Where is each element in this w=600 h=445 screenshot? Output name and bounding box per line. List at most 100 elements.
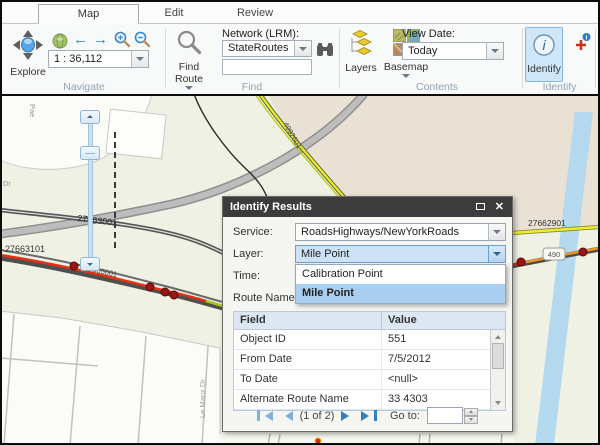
find-route-label-1: Find	[179, 61, 199, 73]
page-info: (1 of 2)	[300, 410, 335, 422]
group-separator	[339, 28, 340, 88]
slider-tick-marks	[114, 132, 116, 248]
layer-dropdown-button[interactable]	[488, 246, 505, 262]
group-label-find: Find	[192, 81, 312, 93]
map-scale-dropdown-button[interactable]	[131, 51, 148, 67]
map-marker-dot	[315, 438, 321, 443]
tab-edit[interactable]: Edit	[142, 4, 206, 24]
group-separator	[165, 28, 166, 88]
mile-point-dot[interactable]	[161, 288, 169, 296]
explore-icon	[12, 29, 44, 66]
table-scrollbar[interactable]	[490, 330, 505, 410]
table-row[interactable]: Object ID 551	[234, 330, 490, 350]
tab-review[interactable]: Review	[217, 4, 293, 24]
previous-extent-arrow-icon[interactable]: ←	[73, 31, 88, 48]
chevron-down-icon	[493, 252, 501, 260]
table-row[interactable]: From Date 7/5/2012	[234, 350, 490, 370]
dialog-title-bar[interactable]: Identify Results ✕	[223, 197, 512, 217]
route-name-label: Route Name:	[233, 292, 298, 304]
cell-value: 7/5/2012	[382, 350, 490, 370]
cell-field: Object ID	[234, 330, 382, 350]
scroll-up-button[interactable]	[491, 330, 505, 343]
zoom-slider-handle[interactable]	[80, 146, 100, 160]
identify-label: Identify	[527, 63, 561, 75]
time-label: Time:	[233, 270, 260, 282]
identify-results-dialog: Identify Results ✕ Service: RoadsHighway…	[222, 196, 513, 432]
mile-point-dot[interactable]	[579, 248, 587, 256]
explore-button[interactable]: Explore	[8, 29, 48, 78]
column-header-field[interactable]: Field	[234, 312, 382, 330]
zoom-slider-up-button[interactable]	[80, 110, 100, 124]
network-value[interactable]: StateRoutes	[223, 41, 294, 56]
chevron-down-icon	[493, 230, 501, 238]
mile-point-dot[interactable]	[170, 291, 178, 299]
street-label-dr: Dr	[3, 179, 11, 188]
find-route-button[interactable]: Find Route	[168, 29, 210, 94]
route-label-27662901: 27662901	[528, 218, 566, 228]
goto-spinner[interactable]	[464, 408, 478, 424]
dropdown-option-mile-point[interactable]: Mile Point	[296, 284, 505, 303]
table-row[interactable]: To Date <null>	[234, 370, 490, 390]
mile-point-dot[interactable]	[70, 262, 78, 270]
layer-label: Layer:	[233, 248, 264, 260]
group-label-navigate: Navigate	[24, 81, 144, 93]
layer-dropdown-list: Calibration Point Mile Point	[295, 264, 506, 304]
service-dropdown-button[interactable]	[488, 224, 505, 240]
identify-button[interactable]: i Identify	[525, 27, 563, 82]
layer-value[interactable]: Mile Point	[296, 246, 488, 262]
first-page-button[interactable]	[257, 410, 273, 421]
last-page-button[interactable]	[361, 410, 377, 421]
service-combo[interactable]: RoadsHighways/NewYorkRoads	[295, 223, 506, 241]
layer-combo[interactable]: Mile Point	[295, 245, 506, 263]
previous-page-button[interactable]	[280, 411, 293, 421]
chevron-down-icon	[299, 47, 307, 55]
service-label: Service:	[233, 226, 273, 238]
view-date-label: View Date:	[402, 28, 455, 40]
view-date-dropdown-button[interactable]	[486, 43, 503, 59]
view-date-value[interactable]: Today	[403, 43, 486, 59]
street-strip	[218, 434, 514, 443]
view-date-combo[interactable]: Today	[402, 42, 504, 60]
explore-label: Explore	[10, 66, 46, 78]
zoom-slider-down-button[interactable]	[80, 257, 100, 271]
identify-route-location-icon[interactable]: i	[573, 32, 592, 56]
next-extent-arrow-icon[interactable]: →	[93, 31, 108, 48]
mile-point-dot[interactable]	[146, 283, 154, 291]
street-blocks-area	[2, 311, 220, 443]
group-separator	[595, 28, 596, 88]
identify-circle-i-icon: i	[531, 32, 557, 63]
layers-icon	[347, 29, 375, 62]
network-combo[interactable]: StateRoutes	[222, 40, 312, 57]
layers-button[interactable]: Layers	[343, 29, 379, 74]
column-header-value[interactable]: Value	[382, 312, 505, 330]
zoom-slider[interactable]	[80, 110, 102, 272]
road-27663101	[2, 258, 230, 310]
svg-text:i: i	[586, 35, 588, 42]
service-value[interactable]: RoadsHighways/NewYorkRoads	[296, 224, 488, 240]
group-label-contents: Contents	[377, 81, 497, 93]
scrollbar-thumb[interactable]	[492, 343, 504, 369]
zoom-slider-track[interactable]	[88, 120, 93, 262]
route-input-field[interactable]	[222, 59, 312, 75]
spinner-down-button[interactable]	[464, 416, 478, 424]
street-label-pae: Pae	[28, 104, 37, 117]
pagination-bar: (1 of 2) Go to:	[223, 407, 512, 424]
dropdown-option-calibration-point[interactable]: Calibration Point	[296, 265, 505, 284]
cell-value: <null>	[382, 370, 490, 390]
tab-map[interactable]: Map	[38, 4, 139, 24]
goto-input[interactable]	[427, 407, 463, 424]
mile-point-dot[interactable]	[517, 258, 525, 266]
network-dropdown-button[interactable]	[294, 41, 311, 56]
spinner-up-button[interactable]	[464, 408, 478, 416]
binoculars-icon[interactable]	[316, 42, 334, 62]
ribbon: Map Edit Review Navigate Find Contents I…	[2, 2, 598, 94]
close-icon[interactable]: ✕	[495, 197, 504, 217]
map-scale-value[interactable]: 1 : 36,112	[49, 51, 131, 67]
cell-field: To Date	[234, 370, 382, 390]
app-window: Map Edit Review Navigate Find Contents I…	[0, 0, 600, 445]
map-scale-combo[interactable]: 1 : 36,112	[48, 50, 149, 68]
dialog-title: Identify Results	[230, 201, 312, 213]
maximize-icon[interactable]	[476, 203, 485, 210]
network-lrm-label: Network (LRM):	[222, 28, 299, 40]
next-page-button[interactable]	[341, 411, 354, 421]
